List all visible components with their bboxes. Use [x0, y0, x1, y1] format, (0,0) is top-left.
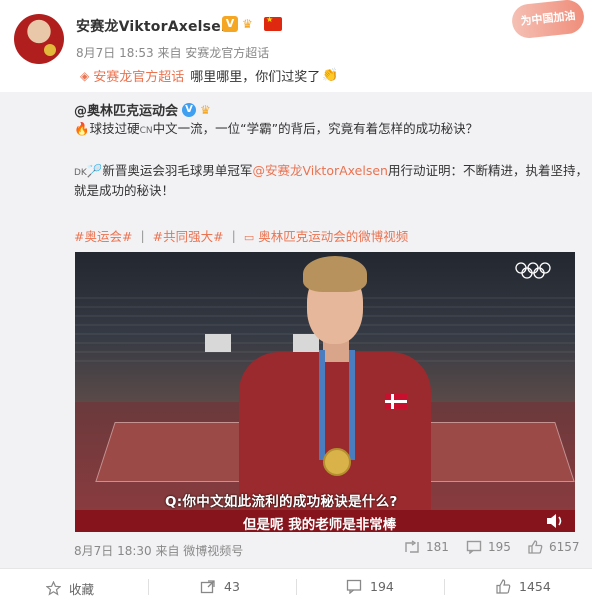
denmark-flag-icon — [385, 394, 407, 409]
repost-button[interactable]: 43 — [200, 579, 240, 594]
comment-count: 195 — [488, 540, 511, 554]
crown-icon: ♛ — [200, 102, 211, 117]
original-comment-stat[interactable]: 195 — [466, 540, 511, 554]
favorite-label: 收藏 — [69, 582, 95, 597]
author-badges: V ♛ — [222, 15, 282, 32]
thumbs-up-icon — [496, 579, 511, 594]
repost-count: 43 — [224, 579, 240, 594]
comment-icon — [346, 579, 362, 594]
topic-tag[interactable]: #共同强大# — [153, 226, 224, 245]
comment-count: 194 — [370, 579, 394, 594]
supertopic-icon: ◈ — [80, 68, 90, 83]
cheer-stamp: 为中国加油 — [510, 0, 586, 40]
verified-blue-icon: V — [182, 102, 197, 117]
comment-text: 哪里哪里，你们过奖了 — [190, 70, 321, 85]
divider — [444, 579, 445, 595]
repost-count: 181 — [426, 540, 449, 554]
action-bar: 收藏 43 194 1454 — [0, 568, 592, 604]
racket-icon: 🏸 — [86, 163, 103, 178]
post-meta[interactable]: 8月7日 18:53 来自 安赛龙官方超话 — [76, 44, 269, 61]
repost-icon — [200, 580, 215, 594]
cn-flag-icon: CN — [139, 126, 153, 136]
supertopic-link[interactable]: 安赛龙官方超话 — [93, 66, 184, 85]
mention-link[interactable]: @安赛龙ViktorAxelsen — [252, 163, 388, 178]
comment-button[interactable]: 194 — [346, 579, 394, 594]
text-segment: 用行动证明：不断精进，执着坚持， — [387, 163, 588, 178]
text-segment: 新晋奥运会羽毛球男单冠军 — [102, 163, 253, 178]
author-name[interactable]: 安赛龙ViktorAxelsen — [76, 16, 231, 36]
arena-screen — [205, 334, 231, 352]
olympic-rings-icon — [515, 262, 551, 279]
original-repost-stat[interactable]: 181 — [404, 540, 449, 554]
divider: | — [231, 228, 236, 243]
comment-icon — [466, 540, 482, 554]
original-author: @奥林匹克运动会 V ♛ — [74, 100, 211, 119]
athlete-figure — [235, 252, 435, 512]
original-text-line-1: 🔥球技过硬CN中文一流，一位“学霸”的背后，究竟有着怎样的成功秘诀？ — [74, 120, 478, 140]
avatar[interactable] — [14, 14, 64, 64]
original-text-line-2: DK🏸新晋奥运会羽毛球男单冠军@安赛龙ViktorAxelsen用行动证明：不断… — [74, 162, 588, 182]
dk-flag-icon: DK — [74, 168, 87, 178]
like-count: 6157 — [549, 540, 580, 554]
topic-tag[interactable]: #奥运会# — [74, 226, 132, 245]
original-meta[interactable]: 8月7日 18:30 来自 微博视频号 — [74, 542, 243, 559]
video-question-subtitle: Q:你中文如此流利的成功秘诀是什么? — [165, 494, 398, 510]
medal-ribbon — [319, 350, 355, 460]
original-like-stat[interactable]: 6157 — [528, 540, 580, 554]
gold-medal — [323, 448, 351, 476]
text-segment: 中文一流，一位“学霸”的背后，究竟有着怎样的成功秘诀？ — [152, 121, 479, 136]
volume-icon[interactable] — [545, 512, 565, 530]
video-player[interactable]: Q:你中文如此流利的成功秘诀是什么? 但是呢 我的老师是非常棒 — [75, 252, 575, 532]
fire-icon: 🔥 — [74, 121, 90, 136]
post-header: 安赛龙ViktorAxelsen V ♛ 为中国加油 8月7日 18:53 来自… — [0, 0, 592, 92]
like-button[interactable]: 1454 — [496, 579, 551, 594]
post-text: ◈ 安赛龙官方超话 哪里哪里，你们过奖了 👏 — [80, 66, 338, 85]
china-flag-icon — [264, 15, 282, 31]
video-source-link[interactable]: ▭ 奥林匹克运动会的微博视频 — [244, 226, 408, 245]
repost-icon — [405, 540, 419, 553]
hair — [303, 256, 367, 292]
divider — [148, 579, 149, 595]
star-icon — [46, 581, 61, 596]
divider: | — [140, 228, 145, 243]
video-link-icon: ▭ — [243, 231, 255, 244]
crown-icon[interactable]: ♛ — [242, 16, 260, 32]
tag-row: #奥运会# | #共同强大# | ▭ 奥林匹克运动会的微博视频 — [74, 226, 408, 245]
video-answer-subtitle: 但是呢 我的老师是非常棒 — [243, 517, 397, 532]
video-source-label: 奥林匹克运动会的微博视频 — [258, 229, 409, 244]
clap-icon: 👏 — [322, 68, 339, 83]
original-text-line-3: 就是成功的秘诀！ — [74, 183, 175, 198]
divider — [296, 579, 297, 595]
verified-icon[interactable]: V — [222, 16, 238, 32]
favorite-button[interactable]: 收藏 — [46, 579, 94, 598]
medal-icon — [44, 44, 56, 56]
original-author-name[interactable]: @奥林匹克运动会 — [74, 100, 178, 119]
text-segment: 球技过硬 — [89, 121, 140, 136]
reposted-card[interactable]: @奥林匹克运动会 V ♛ 🔥球技过硬CN中文一流，一位“学霸”的背后，究竟有着怎… — [0, 92, 592, 568]
thumbs-up-icon — [528, 540, 543, 554]
like-count: 1454 — [519, 579, 551, 594]
